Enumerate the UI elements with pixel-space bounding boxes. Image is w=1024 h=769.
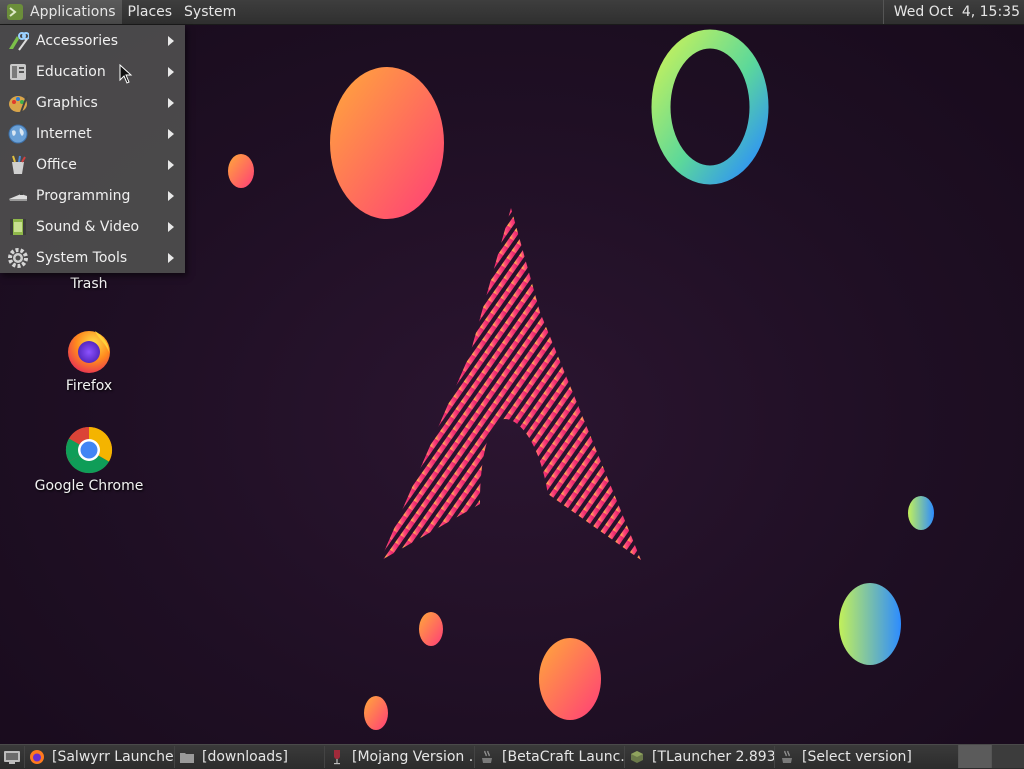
top-panel: Applications Places System Wed Oct 4, 15… xyxy=(0,0,1024,25)
taskbar-item-label: [Salwyrr Launche... xyxy=(52,749,174,765)
chevron-right-icon xyxy=(168,129,174,139)
system-menu-label: System xyxy=(184,4,237,20)
taskbar-item-betacraft-launcher[interactable]: [BetaCraft Launc... xyxy=(474,746,624,768)
menu-item-internet[interactable]: Internet xyxy=(0,118,185,149)
taskbar-item-label: [TLauncher 2.893] xyxy=(652,749,774,765)
taskbar-item-mojang-version[interactable]: [Mojang Version ... xyxy=(324,746,474,768)
applications-menu-label: Applications xyxy=(30,4,116,20)
menu-item-education[interactable]: Education xyxy=(0,56,185,87)
desktop-icon-trash[interactable]: Trash xyxy=(24,276,154,292)
office-icon xyxy=(12,155,26,174)
orange-bubble-large xyxy=(330,67,444,219)
graphics-icon xyxy=(9,95,28,112)
tlauncher-icon xyxy=(631,751,643,763)
taskbar-item-label: [downloads] xyxy=(202,749,288,765)
education-icon xyxy=(10,63,26,80)
orange-bubble-tiny-1 xyxy=(419,612,443,646)
java-icon xyxy=(782,750,792,763)
workspace-1[interactable] xyxy=(958,745,991,768)
desktop-icon-google-chrome[interactable]: Google Chrome xyxy=(24,426,154,494)
wine-icon xyxy=(334,750,340,765)
sound-video-icon xyxy=(10,218,26,235)
taskbar-item-label: [Mojang Version ... xyxy=(352,749,474,765)
show-desktop-icon xyxy=(4,751,20,764)
applications-dropdown: Accessories Education Graphics Internet … xyxy=(0,25,185,273)
internet-label: Internet xyxy=(36,125,92,142)
trash-label: Trash xyxy=(70,276,108,292)
show-desktop-button[interactable] xyxy=(0,745,24,769)
menu-item-graphics[interactable]: Graphics xyxy=(0,87,185,118)
chevron-right-icon xyxy=(168,191,174,201)
chevron-right-icon xyxy=(168,36,174,46)
menu-item-programming[interactable]: Programming xyxy=(0,180,185,211)
taskbar-item-label: [Select version] xyxy=(802,749,912,765)
orange-bubble-small xyxy=(228,154,254,188)
chrome-icon xyxy=(65,426,113,474)
programming-label: Programming xyxy=(36,187,131,204)
mate-logo-icon xyxy=(7,4,23,20)
taskbar-item-salwyrr-launcher[interactable]: [Salwyrr Launche... xyxy=(24,746,174,768)
blue-bubble-large xyxy=(839,583,901,665)
menu-item-accessories[interactable]: Accessories xyxy=(0,25,185,56)
office-label: Office xyxy=(36,156,77,173)
system-menu-button[interactable]: System xyxy=(178,0,242,24)
taskbar-item-tlauncher[interactable]: [TLauncher 2.893] xyxy=(624,746,774,768)
accessories-label: Accessories xyxy=(36,32,119,49)
places-menu-label: Places xyxy=(127,4,173,20)
graphics-label: Graphics xyxy=(36,94,98,111)
taskbar-item-downloads[interactable]: [downloads] xyxy=(174,746,324,768)
firefox-label: Firefox xyxy=(65,378,113,394)
sound-video-label: Sound & Video xyxy=(36,218,140,235)
menu-item-office[interactable]: Office xyxy=(0,149,185,180)
places-menu-button[interactable]: Places xyxy=(122,0,179,24)
blue-bubble-small xyxy=(908,496,934,530)
arch-logo xyxy=(380,208,641,561)
programming-icon xyxy=(9,190,27,201)
chevron-right-icon xyxy=(168,98,174,108)
chevron-right-icon xyxy=(168,160,174,170)
bottom-panel-taskbar: [Salwyrr Launche... [downloads] [Mojang … xyxy=(0,744,1024,769)
java-icon xyxy=(482,750,492,763)
firefox-icon xyxy=(30,750,44,764)
google-chrome-label: Google Chrome xyxy=(34,478,144,494)
desktop-icon-firefox[interactable]: Firefox xyxy=(24,326,154,394)
system-tools-gear-icon xyxy=(8,247,28,268)
mouse-pointer-icon xyxy=(119,64,133,84)
workspace-switcher xyxy=(958,745,1024,769)
orange-bubble-bottom xyxy=(539,638,601,720)
workspace-2[interactable] xyxy=(991,745,1024,768)
internet-globe-icon xyxy=(8,124,28,143)
panel-clock[interactable]: Wed Oct 4, 15:35 xyxy=(882,0,1024,24)
taskbar-item-label: [BetaCraft Launc... xyxy=(502,749,624,765)
applications-menu-button[interactable]: Applications xyxy=(0,0,122,24)
taskbar-item-select-version[interactable]: [Select version] xyxy=(774,746,924,768)
chevron-right-icon xyxy=(168,253,174,263)
accessories-icon xyxy=(9,31,29,51)
system-tools-label: System Tools xyxy=(36,249,128,266)
menu-item-sound-video[interactable]: Sound & Video xyxy=(0,211,185,242)
folder-icon xyxy=(180,753,194,763)
gradient-ring xyxy=(651,29,769,185)
orange-bubble-tiny-2 xyxy=(364,696,388,730)
chevron-right-icon xyxy=(168,67,174,77)
education-label: Education xyxy=(36,63,106,80)
firefox-icon xyxy=(68,331,110,373)
menu-item-system-tools[interactable]: System Tools xyxy=(0,242,185,273)
chevron-right-icon xyxy=(168,222,174,232)
clock-text: Wed Oct 4, 15:35 xyxy=(893,4,1020,20)
